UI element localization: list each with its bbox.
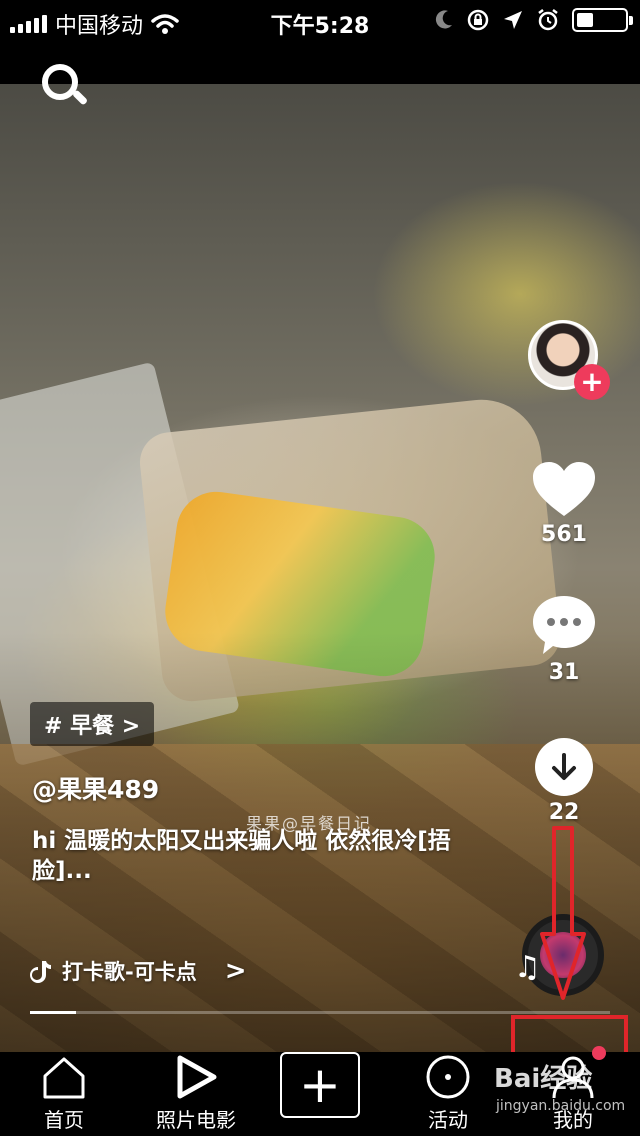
baidu-jingyan-logo: Bai经验 xyxy=(494,1064,593,1094)
topic-tag[interactable]: # 早餐 > xyxy=(30,702,155,746)
like-count: 561 xyxy=(541,522,587,547)
moon-icon xyxy=(435,10,452,29)
add-button[interactable]: + xyxy=(280,1052,360,1118)
download-count: 22 xyxy=(548,800,580,825)
download-button[interactable]: 22 xyxy=(526,738,602,825)
music-link[interactable]: 打卡歌-可卡点 > xyxy=(30,956,247,986)
heart-icon xyxy=(533,462,595,516)
battery-icon xyxy=(572,8,633,32)
comment-icon xyxy=(533,596,595,654)
disc-icon xyxy=(426,1055,470,1099)
notification-badge xyxy=(592,1046,606,1060)
tiktok-note-icon xyxy=(30,961,51,983)
search-icon[interactable] xyxy=(42,64,89,110)
status-right xyxy=(434,8,633,32)
alarm-icon xyxy=(538,9,558,31)
nav-home[interactable]: 首页 xyxy=(22,1052,106,1136)
progress-fill xyxy=(30,1011,77,1014)
home-icon xyxy=(43,1057,85,1099)
rotation-lock-icon xyxy=(467,9,489,31)
location-icon xyxy=(504,11,522,29)
nav-activity[interactable]: 活动 xyxy=(414,1052,482,1136)
video-progress-bar[interactable] xyxy=(30,1011,610,1014)
download-icon xyxy=(535,738,593,796)
follow-button[interactable]: + xyxy=(574,364,610,400)
status-bar: 中国移动 下午5:28 xyxy=(0,0,640,42)
post-description[interactable]: hi 温暖的太阳又出来骗人啦 依然很冷[捂脸]... xyxy=(32,826,472,886)
annotation-arrow-icon xyxy=(540,826,586,1000)
nav-activity-label: 活动 xyxy=(428,1108,468,1132)
comment-count: 31 xyxy=(548,660,580,685)
comment-button[interactable]: 31 xyxy=(526,594,602,685)
plus-icon: + xyxy=(299,1056,341,1114)
music-note-icon: ♫ xyxy=(514,950,541,985)
nav-home-label: 首页 xyxy=(44,1108,84,1132)
nav-photo-movie-label: 照片电影 xyxy=(156,1108,236,1132)
author-username[interactable]: @果果489 xyxy=(32,770,159,806)
baidu-jingyan-url: jingyan.baidu.com xyxy=(496,1098,626,1114)
play-icon xyxy=(177,1055,217,1099)
like-button[interactable]: 561 xyxy=(526,460,602,547)
music-title: 打卡歌-可卡点 xyxy=(62,960,197,984)
chevron-right-icon: > xyxy=(224,956,247,986)
nav-photo-movie[interactable]: 照片电影 xyxy=(146,1052,246,1136)
